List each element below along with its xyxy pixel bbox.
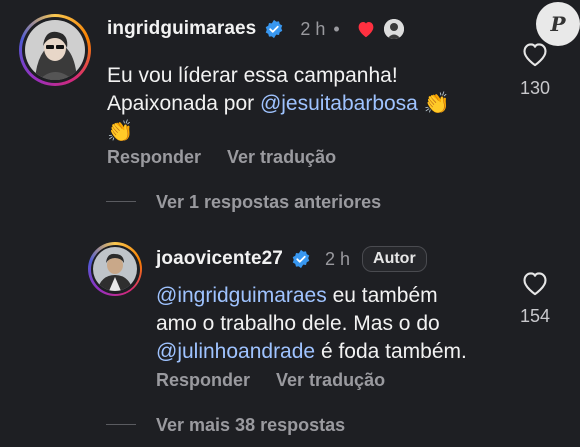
clap-emoji: 👏 [423, 92, 450, 115]
avatar-photo [25, 20, 85, 80]
thread-divider [106, 424, 136, 425]
comment-time: 2 h [300, 18, 326, 39]
avatar-joaovicente27[interactable] [88, 242, 142, 296]
mention-link[interactable]: @julinhoandrade [156, 340, 315, 363]
comment-time: 2 h [324, 248, 351, 269]
comment-username[interactable]: joaovicente27 [156, 248, 283, 270]
see-translation-button[interactable]: Ver tradução [227, 147, 336, 168]
comment-line-1: Eu vou líderar essa campanha! [107, 64, 398, 87]
creator-mini-avatar [383, 19, 404, 39]
see-translation-button[interactable]: Ver tradução [276, 370, 385, 391]
like-count: 154 [519, 306, 551, 326]
like-count: 130 [519, 78, 551, 98]
comment-line-2-prefix: Apaixonada por [107, 92, 260, 115]
like-heart-icon[interactable] [521, 270, 549, 296]
mention-link[interactable]: @jesuitabarbosa [260, 92, 418, 115]
comment-text: eu também [326, 284, 438, 307]
comment-username[interactable]: ingridguimaraes [107, 18, 256, 40]
watermark-logo: P [536, 2, 580, 46]
verified-badge-icon [292, 249, 310, 269]
view-more-replies-button[interactable]: Ver mais 38 respostas [156, 415, 345, 436]
clap-emoji: 👏 [107, 120, 134, 143]
verified-badge-icon [266, 19, 283, 39]
comment-line-2: amo o trabalho dele. Mas o do [156, 312, 440, 335]
comment-text: é foda também. [315, 340, 467, 363]
watermark-letter: P [550, 12, 566, 36]
thread-divider [106, 201, 136, 202]
separator-dot: • [333, 18, 340, 39]
reply-button[interactable]: Responder [156, 370, 250, 391]
author-badge: Autor [362, 246, 427, 272]
view-previous-replies-button[interactable]: Ver 1 respostas anteriores [156, 192, 381, 213]
avatar-ingridguimaraes[interactable] [19, 14, 91, 86]
comment-body: Eu vou líderar essa campanha! Apaixonada… [107, 62, 487, 146]
comment-body: @ingridguimaraes eu também amo o trabalh… [156, 282, 496, 366]
creator-liked-heart-icon [358, 22, 374, 38]
like-heart-icon[interactable] [521, 41, 549, 67]
avatar-photo [93, 247, 137, 291]
mention-link[interactable]: @ingridguimaraes [156, 284, 327, 307]
reply-button[interactable]: Responder [107, 147, 201, 168]
